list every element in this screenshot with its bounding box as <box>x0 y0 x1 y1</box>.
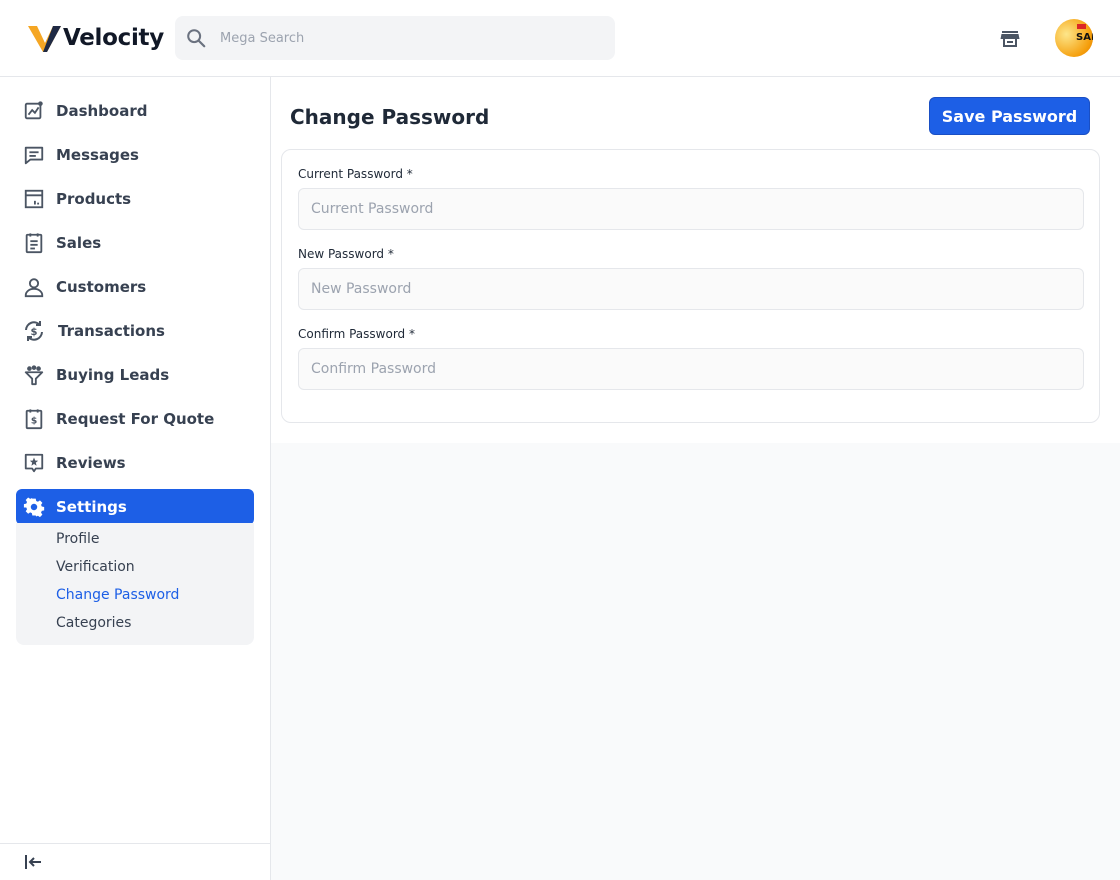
sidebar-item-label: Messages <box>56 146 139 164</box>
sidebar-item-customers[interactable]: Customers <box>16 269 254 305</box>
current-password-field[interactable] <box>298 188 1084 230</box>
svg-text:$: $ <box>31 327 38 338</box>
dashboard-chart-icon <box>22 99 46 123</box>
new-password-field[interactable] <box>298 268 1084 310</box>
confirm-password-field[interactable] <box>298 348 1084 390</box>
sidebar-item-reviews[interactable]: Reviews <box>16 445 254 481</box>
velocity-logo-icon <box>28 26 61 52</box>
avatar[interactable]: SAI <box>1055 19 1093 57</box>
sidebar-item-label: Sales <box>56 234 102 252</box>
new-password-label: New Password * <box>298 247 394 261</box>
sidebar-item-dashboard[interactable]: Dashboard <box>16 93 254 129</box>
store-icon[interactable] <box>998 26 1022 50</box>
sidebar-item-buying-leads[interactable]: Buying Leads <box>16 357 254 393</box>
sidebar-item-messages[interactable]: Messages <box>16 137 254 173</box>
svg-text:$: $ <box>31 416 37 427</box>
transactions-icon: $ <box>22 319 46 343</box>
page-title: Change Password <box>290 105 490 129</box>
sales-receipt-icon <box>22 231 46 255</box>
brand-logo[interactable]: Velocity <box>28 22 164 54</box>
avatar-text: SAI <box>1076 32 1093 43</box>
confirm-password-label: Confirm Password * <box>298 327 415 341</box>
submenu-item-profile[interactable]: Profile <box>56 531 100 547</box>
sidebar-item-transactions[interactable]: $ Transactions <box>16 313 254 349</box>
sidebar-footer <box>0 843 270 880</box>
buying-leads-icon <box>22 363 46 387</box>
sidebar-item-settings[interactable]: Settings <box>16 489 254 525</box>
submenu-item-categories[interactable]: Categories <box>56 615 131 631</box>
message-icon <box>22 143 46 167</box>
top-header: Velocity SAI <box>0 0 1120 77</box>
mega-search[interactable] <box>175 16 615 60</box>
review-star-icon <box>22 451 46 475</box>
sidebar-item-label: Buying Leads <box>56 366 170 384</box>
settings-submenu: Profile Verification Change Password Cat… <box>16 523 254 645</box>
sidebar-item-products[interactable]: Products <box>16 181 254 217</box>
sidebar-item-label: Request For Quote <box>56 410 215 428</box>
collapse-sidebar-icon[interactable] <box>23 852 43 872</box>
search-icon <box>185 27 207 49</box>
products-icon <box>22 187 46 211</box>
avatar-flag <box>1077 24 1086 29</box>
customer-icon <box>22 275 46 299</box>
sidebar-item-label: Dashboard <box>56 102 148 120</box>
brand-name: Velocity <box>63 25 164 51</box>
submenu-item-change-password[interactable]: Change Password <box>56 587 179 603</box>
sidebar-item-label: Reviews <box>56 454 126 472</box>
sidebar-item-label: Customers <box>56 278 147 296</box>
sidebar-item-label: Products <box>56 190 132 208</box>
submenu-item-verification[interactable]: Verification <box>56 559 135 575</box>
main-content: Change Password Save Password Current Pa… <box>271 77 1120 443</box>
sidebar: Dashboard Messages Products Sales Custom… <box>0 77 271 880</box>
sidebar-item-label: Settings <box>56 498 127 516</box>
sidebar-item-label: Transactions <box>58 322 165 340</box>
search-input[interactable] <box>220 30 600 46</box>
gear-icon <box>22 495 46 519</box>
save-password-button[interactable]: Save Password <box>929 97 1090 135</box>
sidebar-item-request-for-quote[interactable]: $ Request For Quote <box>16 401 254 437</box>
quote-icon: $ <box>22 407 46 431</box>
current-password-label: Current Password * <box>298 167 413 181</box>
sidebar-item-sales[interactable]: Sales <box>16 225 254 261</box>
password-form-card: Current Password * New Password * Confir… <box>281 149 1100 423</box>
